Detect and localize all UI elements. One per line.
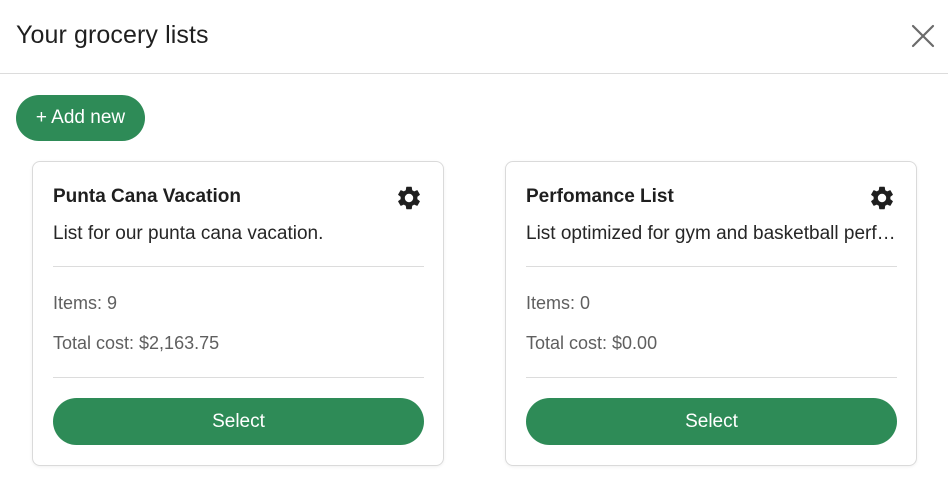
list-description: List for our punta cana vacation. [53,223,324,244]
grocery-list-card: Punta Cana Vacation List for our punta c… [32,161,444,466]
item-count: Items: 0 [526,293,591,313]
divider [53,377,424,378]
list-settings-button[interactable] [868,184,896,212]
close-button[interactable] [907,20,939,52]
list-settings-button[interactable] [395,184,423,212]
list-description: List optimized for gym and basketball pe… [526,223,898,244]
select-button[interactable]: Select [526,398,897,445]
page-title: Your grocery lists [16,21,209,49]
list-name: Punta Cana Vacation [53,186,241,207]
add-new-button[interactable]: + Add new [16,95,145,141]
total-cost: Total cost: $0.00 [526,333,658,353]
list-name: Perfomance List [526,186,674,207]
total-cost: Total cost: $2,163.75 [53,333,220,353]
grocery-list-card: Perfomance List List optimized for gym a… [505,161,917,466]
gear-icon [398,186,420,210]
item-count: Items: 9 [53,293,118,313]
gear-icon [871,186,893,210]
divider [526,266,897,267]
close-icon [911,24,935,48]
divider [53,266,424,267]
select-button[interactable]: Select [53,398,424,445]
dialog-header: Your grocery lists [0,0,948,74]
divider [526,377,897,378]
